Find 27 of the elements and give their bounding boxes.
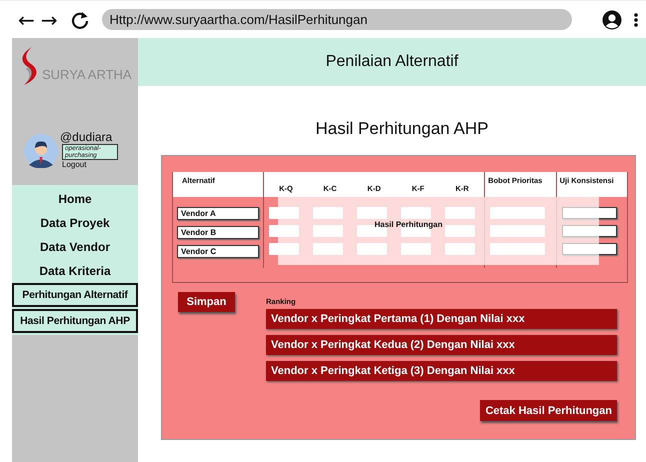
avatar-icon — [24, 134, 58, 168]
nav-item[interactable]: Data Vendor — [12, 235, 138, 259]
save-button[interactable]: Simpan — [178, 292, 235, 312]
vendor-field: Vendor B — [177, 226, 259, 239]
result-overlay: Hasil Perhitungan — [278, 197, 599, 265]
nav-item[interactable]: Hasil Perhitungan AHP — [12, 309, 138, 333]
account-icon[interactable] — [602, 10, 622, 30]
ranking-item: Vendor x Peringkat Pertama (1) Dengan Nilai xxx — [266, 309, 617, 329]
page-title: Hasil Perhitungan AHP — [314, 119, 490, 139]
nav-item[interactable]: Home — [12, 187, 138, 211]
page-header: Penilaian Alternatif — [138, 38, 646, 86]
nav-item[interactable]: Data Kriteria — [12, 259, 138, 283]
forward-button[interactable]: → — [40, 10, 58, 30]
username: @dudiara — [60, 130, 114, 144]
vendor-field: Vendor C — [177, 245, 259, 258]
ranking-item: Vendor x Peringkat Kedua (2) Dengan Nilai xxx — [266, 335, 617, 355]
print-button[interactable]: Cetak Hasil Perhitungan — [480, 400, 617, 421]
reload-icon[interactable] — [70, 10, 90, 30]
address-bar[interactable]: Http://www.suryaartha.com/HasilPerhitungan — [102, 9, 572, 30]
menu-icon[interactable] — [634, 12, 638, 28]
logout-link[interactable]: Logout — [62, 160, 118, 169]
nav-item[interactable]: Perhitungan Alternatif — [12, 283, 138, 307]
ranking-item: Vendor x Peringkat Ketiga (3) Dengan Nilai xxx — [266, 361, 617, 381]
nav-item[interactable]: Data Proyek — [12, 211, 138, 235]
logo-text: SURYA ARTHA — [42, 67, 132, 82]
back-button[interactable]: ← — [18, 10, 35, 30]
vendor-field: Vendor A — [177, 207, 259, 220]
